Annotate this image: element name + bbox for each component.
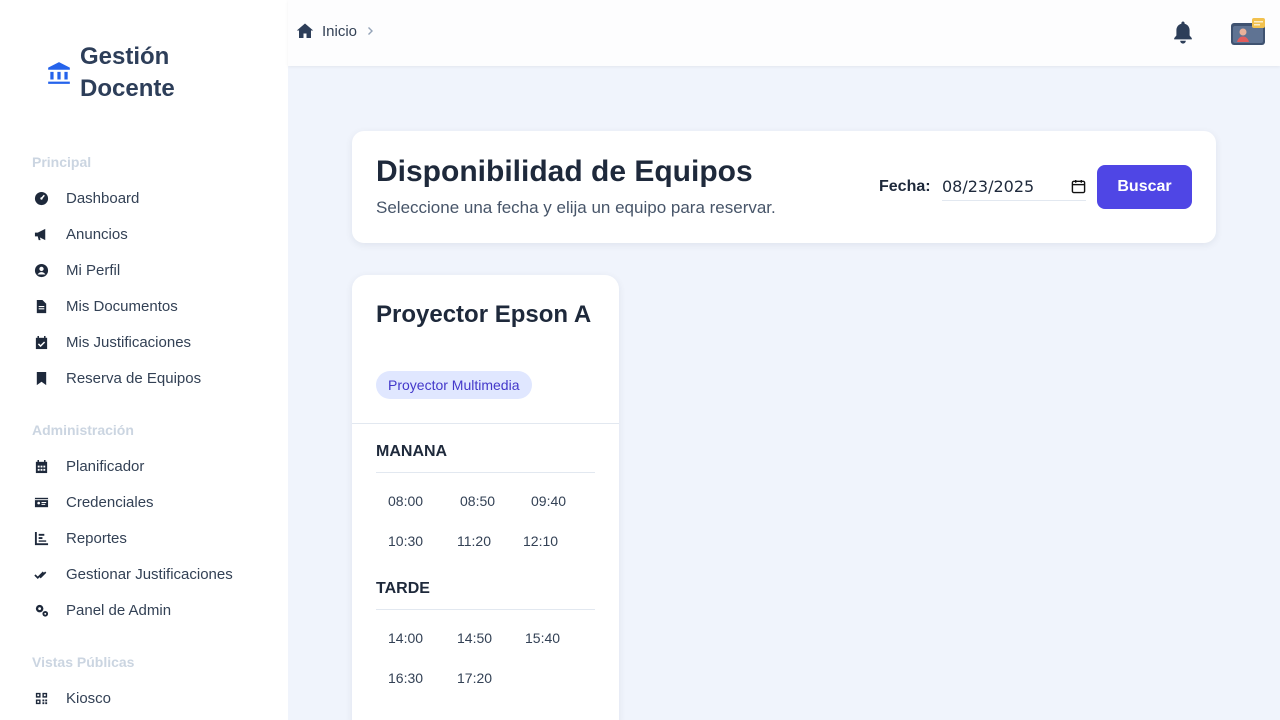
sidebar-item-label: Gestionar Justificaciones bbox=[66, 565, 233, 583]
time-slot-button[interactable]: 08:00 bbox=[388, 493, 423, 509]
avatar[interactable] bbox=[1230, 18, 1266, 46]
breadcrumb[interactable]: Inicio bbox=[296, 22, 375, 40]
sidebar-item-label: Kiosco bbox=[66, 689, 112, 707]
sidebar-item-label: Anuncios bbox=[66, 225, 128, 243]
date-input[interactable]: 08/23/2025 bbox=[942, 173, 1086, 201]
sidebar-item-mis-justificaciones[interactable]: Mis Justificaciones bbox=[32, 330, 191, 354]
calendar-check-icon bbox=[32, 333, 50, 351]
sidebar-item-dashboard[interactable]: Dashboard bbox=[32, 186, 139, 210]
shift-title-tarde: TARDE bbox=[376, 580, 430, 597]
time-slot-button[interactable]: 15:40 bbox=[525, 630, 560, 646]
check-double-icon bbox=[32, 565, 50, 583]
qr-grid-icon bbox=[32, 689, 50, 707]
date-label: Fecha: bbox=[879, 178, 931, 195]
sidebar-item-mi-perfil[interactable]: Mi Perfil bbox=[32, 258, 120, 282]
brand[interactable]: Gestión Docente bbox=[46, 41, 240, 105]
shift-divider bbox=[376, 609, 595, 610]
sidebar-item-label: Credenciales bbox=[66, 493, 154, 511]
time-slot-button[interactable]: 14:00 bbox=[388, 630, 423, 646]
chart-bar-icon bbox=[32, 529, 50, 547]
sidebar-item-gestionar-justificaciones[interactable]: Gestionar Justificaciones bbox=[32, 562, 233, 586]
sidebar-item-planificador[interactable]: Planificador bbox=[32, 454, 144, 478]
sidebar-item-label: Mi Perfil bbox=[66, 261, 121, 279]
brand-title: Gestión Docente bbox=[80, 43, 175, 102]
time-slot-button[interactable]: 16:30 bbox=[388, 670, 423, 686]
gauge-icon bbox=[32, 189, 50, 207]
megaphone-icon bbox=[32, 225, 50, 243]
section-administracion: Administración bbox=[32, 422, 134, 438]
card-divider bbox=[352, 423, 619, 424]
section-principal: Principal bbox=[32, 154, 92, 170]
time-slot-button[interactable]: 11:20 bbox=[457, 533, 491, 549]
cogs-icon bbox=[32, 601, 50, 619]
sidebar-item-label: Reportes bbox=[66, 529, 127, 547]
file-icon bbox=[32, 297, 50, 315]
availability-filter-card: Disponibilidad de Equipos Seleccione una… bbox=[352, 131, 1216, 243]
sidebar: Gestión Docente Principal Dashboard Anun… bbox=[0, 0, 288, 720]
sidebar-item-credenciales[interactable]: Credenciales bbox=[32, 490, 154, 514]
time-slot-button[interactable]: 09:40 bbox=[531, 493, 566, 509]
breadcrumb-home-label: Inicio bbox=[322, 22, 358, 40]
sidebar-item-label: Mis Justificaciones bbox=[66, 333, 192, 351]
user-circle-icon bbox=[32, 261, 50, 279]
home-icon bbox=[296, 23, 314, 38]
bell-icon[interactable] bbox=[1172, 20, 1194, 44]
time-slot-button[interactable]: 12:10 bbox=[523, 533, 558, 549]
sidebar-item-mis-documentos[interactable]: Mis Documentos bbox=[32, 294, 178, 318]
sidebar-item-label: Dashboard bbox=[66, 189, 140, 207]
page-subtitle: Seleccione una fecha y elija un equipo p… bbox=[376, 198, 776, 217]
bookmark-icon bbox=[32, 369, 50, 387]
shift-divider bbox=[376, 472, 595, 473]
id-card-icon bbox=[32, 493, 50, 511]
date-value: 08/23/2025 bbox=[942, 177, 1035, 196]
time-slot-button[interactable]: 10:30 bbox=[388, 533, 423, 549]
shift-title-manana: MANANA bbox=[376, 443, 448, 460]
bank-icon bbox=[46, 60, 72, 86]
topbar: Inicio bbox=[288, 0, 1280, 66]
sidebar-item-anuncios[interactable]: Anuncios bbox=[32, 222, 128, 246]
calendar-picker-icon[interactable] bbox=[1071, 179, 1086, 194]
time-slot-button[interactable]: 14:50 bbox=[457, 630, 492, 646]
sidebar-item-panel-de-admin[interactable]: Panel de Admin bbox=[32, 598, 171, 622]
page-title: Disponibilidad de Equipos bbox=[376, 155, 753, 188]
chevron-right-icon bbox=[368, 27, 374, 35]
equipment-name: Proyector Epson A bbox=[376, 301, 592, 328]
search-button[interactable]: Buscar bbox=[1097, 165, 1192, 209]
sidebar-item-label: Reserva de Equipos bbox=[66, 369, 202, 387]
calendar-icon bbox=[32, 457, 50, 475]
time-slot-button[interactable]: 08:50 bbox=[460, 493, 495, 509]
equipment-type-badge: Proyector Multimedia bbox=[376, 371, 532, 399]
sidebar-item-label: Mis Documentos bbox=[66, 297, 178, 315]
sidebar-item-label: Panel de Admin bbox=[66, 601, 172, 619]
time-slot-button[interactable]: 17:20 bbox=[457, 670, 492, 686]
sidebar-item-reserva-de-equipos[interactable]: Reserva de Equipos bbox=[32, 366, 201, 390]
sidebar-item-kiosco[interactable]: Kiosco bbox=[32, 686, 111, 710]
sidebar-item-reportes[interactable]: Reportes bbox=[32, 526, 127, 550]
sidebar-item-label: Planificador bbox=[66, 457, 145, 475]
equipment-card: Proyector Epson A Proyector Multimedia M… bbox=[352, 275, 619, 720]
section-vistas-publicas: Vistas Públicas bbox=[32, 654, 135, 670]
